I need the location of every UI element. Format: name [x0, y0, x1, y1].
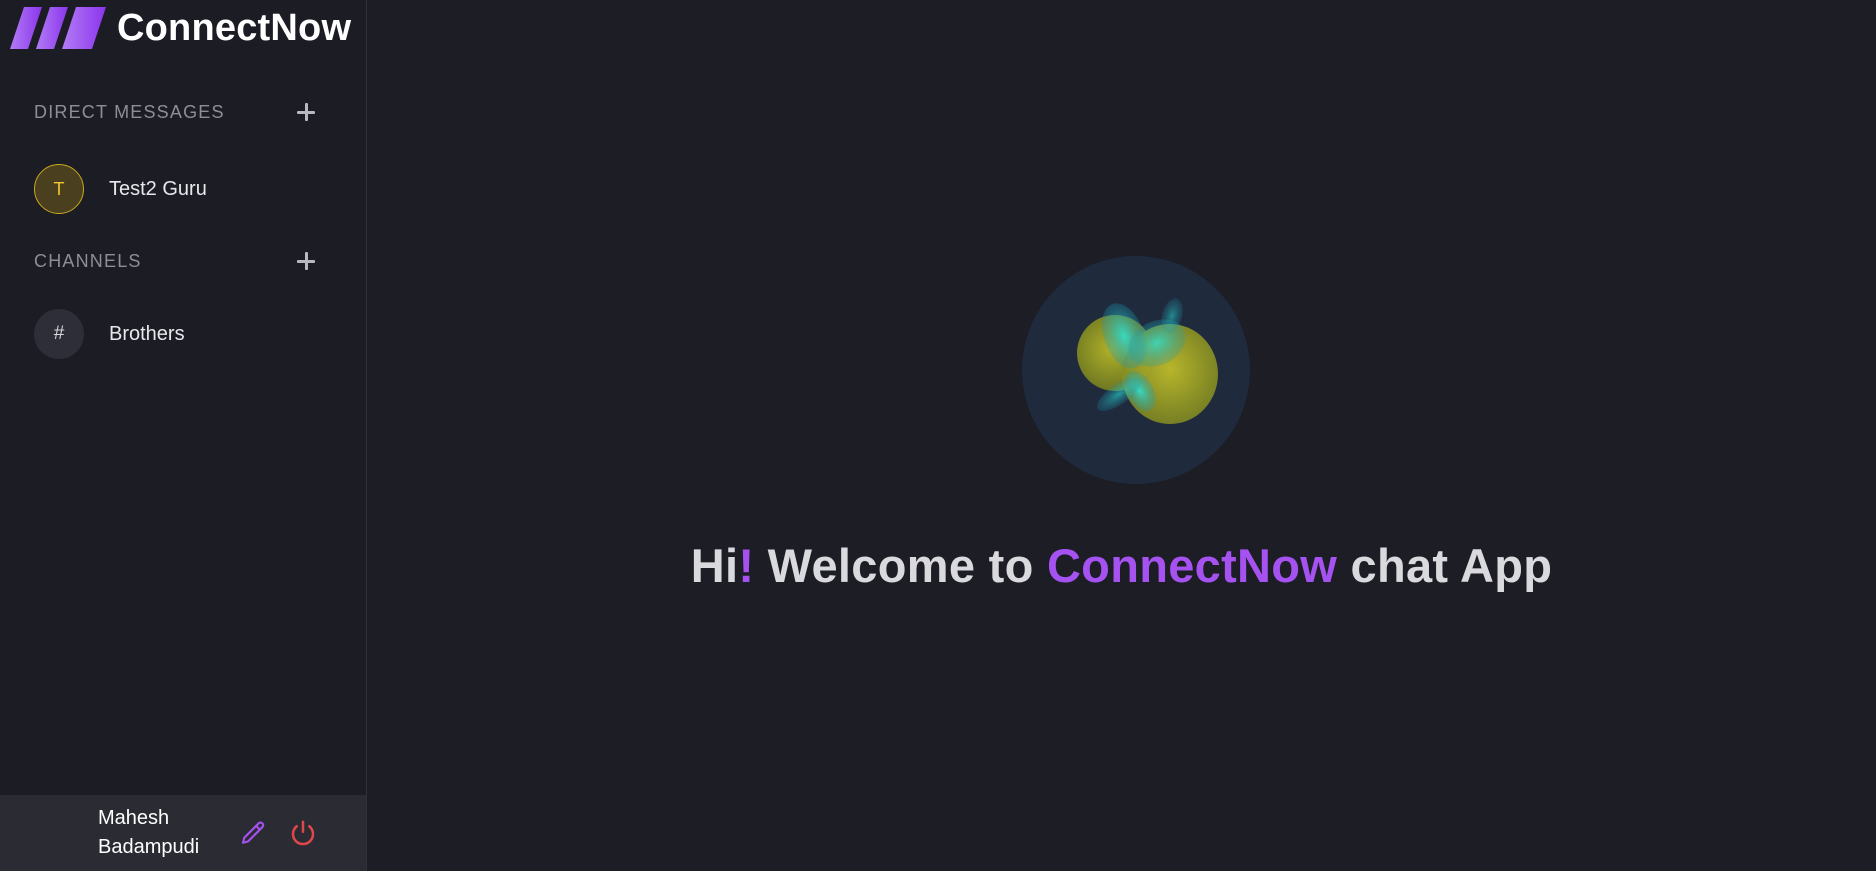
direct-messages-header: DIRECT MESSAGES — [34, 100, 318, 124]
channels-title: CHANNELS — [34, 250, 142, 271]
add-direct-message-button[interactable] — [294, 100, 318, 124]
add-channel-button[interactable] — [294, 249, 318, 273]
direct-messages-title: DIRECT MESSAGES — [34, 101, 225, 122]
user-name: Mahesh Badampudi — [98, 804, 213, 862]
user-profile-bar: Mahesh Badampudi — [0, 795, 366, 871]
power-icon[interactable] — [288, 818, 318, 848]
brand: ConnectNow — [0, 0, 366, 56]
welcome-text: Welcome to — [767, 539, 1034, 592]
main-panel: Hi! Welcome to ConnectNow chat App — [367, 0, 1876, 871]
avatar: T — [34, 164, 84, 214]
welcome-app-name: ConnectNow — [1046, 539, 1338, 592]
channel-item-brothers[interactable]: # Brothers — [34, 309, 346, 359]
sidebar: ConnectNow DIRECT MESSAGES T Test2 Guru … — [0, 0, 367, 871]
app-root: ConnectNow DIRECT MESSAGES T Test2 Guru … — [0, 0, 1876, 871]
slanted-bars-logo-icon — [10, 7, 106, 49]
channel-item-label: Brothers — [109, 322, 185, 345]
lottie-orb-icon — [1022, 256, 1250, 484]
user-last-name: Badampudi — [98, 836, 200, 858]
dm-item-label: Test2 Guru — [109, 177, 207, 200]
pencil-icon[interactable] — [238, 819, 268, 849]
dm-item-test2-guru[interactable]: T Test2 Guru — [34, 164, 346, 214]
channels-header: CHANNELS — [34, 249, 318, 273]
welcome-hi: Hi — [690, 539, 739, 592]
avatar-initial: T — [53, 178, 65, 199]
hash-icon: # — [53, 323, 65, 344]
welcome-exclaim: ! — [738, 539, 755, 592]
user-first-name: Mahesh — [98, 807, 170, 829]
app-title: ConnectNow — [117, 6, 352, 49]
channel-avatar: # — [34, 309, 84, 359]
welcome-suffix: chat App — [1350, 539, 1553, 592]
welcome-heading: Hi! Welcome to ConnectNow chat App — [367, 538, 1876, 593]
